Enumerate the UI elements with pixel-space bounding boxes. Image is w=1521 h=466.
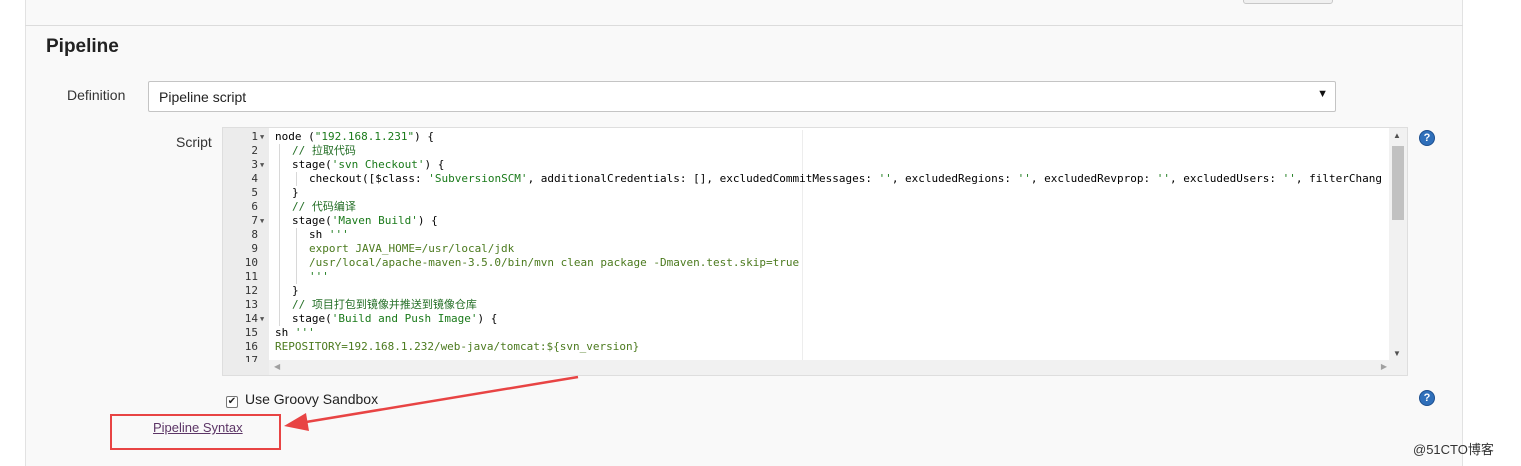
script-editor[interactable]: 1 ▼ node ("192.168.1.231") {2// 拉取代码 3 ▼ stag…: [222, 127, 1408, 376]
code-line[interactable]: 15 sh ''': [223, 326, 1389, 340]
line-number: 12: [244, 284, 258, 297]
code-text: // 项目打包到镜像并推送到镜像仓库: [292, 298, 477, 311]
sandbox-label: Use Groovy Sandbox: [245, 391, 379, 407]
section-title: Pipeline: [46, 36, 119, 57]
code-text: REPOSITORY=192.168.1.232/web-java/tomcat…: [275, 340, 640, 353]
indent-guide: [279, 186, 280, 200]
line-number: 15: [244, 326, 258, 339]
sandbox-help-icon[interactable]: ?: [1419, 390, 1435, 406]
code-line[interactable]: 13 // 项目打包到镜像并推送到镜像仓库: [223, 298, 1389, 312]
line-number: 2: [251, 144, 258, 157]
line-number: 9: [251, 242, 258, 255]
code-line[interactable]: 10/usr/local/apache-maven-3.5.0/bin/mvn …: [223, 256, 1389, 270]
script-label: Script: [176, 134, 212, 150]
scroll-up-icon[interactable]: ▲: [1393, 131, 1401, 140]
line-number: 11: [244, 270, 258, 283]
scrollbar-thumb[interactable]: [1392, 146, 1404, 220]
code-line[interactable]: 6 // 代码编译: [223, 200, 1389, 214]
indent-guide: [279, 172, 280, 186]
code-text: }: [292, 284, 299, 297]
indent-guide: [279, 228, 280, 242]
section-divider: [25, 25, 1463, 26]
indent-guide: [296, 270, 297, 284]
code-text: /usr/local/apache-maven-3.5.0/bin/mvn cl…: [309, 256, 800, 269]
scroll-down-icon[interactable]: ▼: [1393, 349, 1401, 358]
scroll-left-icon[interactable]: ◀: [274, 362, 280, 371]
line-number: 17: [244, 354, 258, 362]
code-text: // 代码编译: [292, 200, 356, 213]
fold-toggle-icon[interactable]: ▼: [260, 158, 268, 172]
horizontal-scrollbar[interactable]: ◀ ▶: [269, 360, 1407, 375]
vertical-scrollbar[interactable]: ▲ ▼: [1389, 128, 1407, 360]
code-line[interactable]: 4 checkout([$class: 'SubversionSCM', addi…: [223, 172, 1389, 186]
indent-guide: [296, 228, 297, 242]
line-number: 3: [251, 158, 258, 171]
indent-guide: [279, 158, 280, 172]
line-number: 6: [251, 200, 258, 213]
line-number: 14: [244, 312, 258, 325]
definition-select[interactable]: Pipeline script ▼: [148, 81, 1336, 112]
scroll-right-icon[interactable]: ▶: [1381, 362, 1387, 371]
code-text: export JAVA_HOME=/usr/local/jdk: [309, 242, 515, 255]
indent-guide: [279, 144, 280, 158]
line-number: 5: [251, 186, 258, 199]
code-text: ''': [309, 270, 329, 283]
code-line[interactable]: 2 // 拉取代码: [223, 144, 1389, 158]
line-number: 4: [251, 172, 258, 185]
fold-toggle-icon[interactable]: ▼: [260, 312, 268, 326]
code-line[interactable]: 8 sh ''': [223, 228, 1389, 242]
code-line[interactable]: 1 ▼ node ("192.168.1.231") {: [223, 130, 1389, 144]
script-help-icon[interactable]: ?: [1419, 130, 1435, 146]
code-line[interactable]: 7 ▼ stage('Maven Build') {: [223, 214, 1389, 228]
code-line[interactable]: 5}: [223, 186, 1389, 200]
fold-toggle-icon[interactable]: ▼: [260, 214, 268, 228]
line-number: 7: [251, 214, 258, 227]
line-number: 10: [244, 256, 258, 269]
indent-guide: [279, 214, 280, 228]
code-text: stage('Maven Build') {: [292, 214, 438, 227]
code-text: stage('Build and Push Image') {: [292, 312, 498, 325]
fold-toggle-icon[interactable]: ▼: [260, 130, 268, 144]
code-text: // 拉取代码: [292, 144, 356, 157]
line-number: 16: [244, 340, 258, 353]
line-number: 13: [244, 298, 258, 311]
indent-guide: [296, 256, 297, 270]
indent-guide: [279, 312, 280, 326]
code-line[interactable]: 3 ▼ stage('svn Checkout') {: [223, 158, 1389, 172]
indent-guide: [279, 298, 280, 312]
code-text: sh ''': [275, 326, 315, 339]
indent-guide: [279, 242, 280, 256]
line-number: 1: [251, 130, 258, 143]
indent-guide: [296, 172, 297, 186]
code-text: stage('svn Checkout') {: [292, 158, 445, 171]
definition-label: Definition: [67, 87, 126, 103]
code-line[interactable]: 12}: [223, 284, 1389, 298]
code-text: }: [292, 186, 299, 199]
pipeline-syntax-link[interactable]: Pipeline Syntax: [153, 420, 243, 435]
code-text: node ("192.168.1.231") {: [275, 130, 434, 143]
watermark: @51CTO博客: [1413, 442, 1494, 457]
indent-guide: [279, 284, 280, 298]
indent-guide: [279, 256, 280, 270]
indent-guide: [296, 242, 297, 256]
code-line[interactable]: 11 ''': [223, 270, 1389, 284]
code-text: checkout([$class: 'SubversionSCM', addit…: [309, 172, 1382, 185]
indent-guide: [279, 200, 280, 214]
code-area[interactable]: 1 ▼ node ("192.168.1.231") {2// 拉取代码 3 ▼ stag…: [223, 130, 1389, 362]
top-button-edge[interactable]: [1243, 0, 1333, 4]
line-number: 8: [251, 228, 258, 241]
code-line[interactable]: 14 ▼ stage('Build and Push Image') {: [223, 312, 1389, 326]
code-line[interactable]: 9 export JAVA_HOME=/usr/local/jdk: [223, 242, 1389, 256]
indent-guide: [279, 270, 280, 284]
caret-down-icon: ▼: [1317, 88, 1328, 100]
sandbox-checkbox[interactable]: ✔: [226, 396, 238, 408]
definition-select-value: Pipeline script: [159, 89, 247, 105]
code-text: sh ''': [309, 228, 349, 241]
code-line[interactable]: 16 REPOSITORY=192.168.1.232/web-java/tomc…: [223, 340, 1389, 354]
